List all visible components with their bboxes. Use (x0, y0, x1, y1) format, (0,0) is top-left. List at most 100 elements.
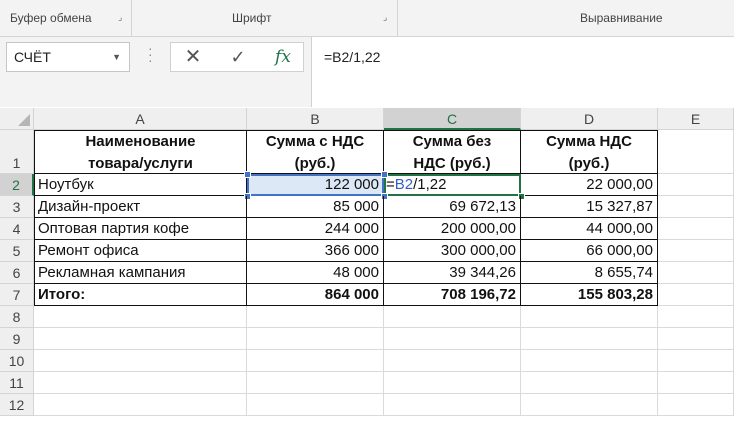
cell-e1[interactable] (658, 130, 734, 174)
cell-a3[interactable]: Дизайн-проект (34, 196, 247, 218)
cell-e8[interactable] (658, 306, 734, 328)
name-box-value: СЧЁТ (14, 49, 51, 65)
header-vat-line1: Сумма НДС (546, 133, 632, 150)
cell-c10[interactable] (384, 350, 521, 372)
cell-d9[interactable] (521, 328, 658, 350)
cell-d7-total[interactable]: 155 803,28 (521, 284, 658, 306)
row-header-2[interactable]: 2 (0, 174, 34, 196)
cell-c2[interactable]: =B2/1,22 (384, 174, 521, 196)
header-without-vat-line1: Сумма без (412, 133, 492, 150)
cell-a7-total-label[interactable]: Итого: (34, 284, 247, 306)
cell-b8[interactable] (247, 306, 384, 328)
select-all-button[interactable] (0, 108, 34, 130)
header-cell-without-vat[interactable]: Сумма без НДС (руб.) (384, 130, 521, 174)
row-header-6[interactable]: 6 (0, 262, 34, 284)
row-header-7[interactable]: 7 (0, 284, 34, 306)
row-header-5[interactable]: 5 (0, 240, 34, 262)
formula-input[interactable]: =B2/1,22 (311, 37, 734, 107)
cell-c8[interactable] (384, 306, 521, 328)
check-icon[interactable]: ✓ (216, 43, 260, 71)
chevron-down-icon[interactable]: ▼ (112, 43, 121, 71)
cell-a8[interactable] (34, 306, 247, 328)
row-header-1[interactable]: 1 (0, 130, 34, 174)
selection-handle[interactable] (381, 171, 388, 178)
row-header-8[interactable]: 8 (0, 306, 34, 328)
cell-d3[interactable]: 15 327,87 (521, 196, 658, 218)
cell-c11[interactable] (384, 372, 521, 394)
cell-b2[interactable]: 122 000 (247, 174, 384, 196)
cell-d8[interactable] (521, 306, 658, 328)
cell-c9[interactable] (384, 328, 521, 350)
header-name-line2: товара/услуги (88, 155, 193, 172)
cell-c5[interactable]: 300 000,00 (384, 240, 521, 262)
cell-a10[interactable] (34, 350, 247, 372)
cell-e9[interactable] (658, 328, 734, 350)
cell-e12[interactable] (658, 394, 734, 416)
cell-d6[interactable]: 8 655,74 (521, 262, 658, 284)
cell-d5[interactable]: 66 000,00 (521, 240, 658, 262)
formula-bar: СЧЁТ ▼ · · · ✕ ✓ fx =B2/1,22 (0, 37, 734, 107)
cell-c4[interactable]: 200 000,00 (384, 218, 521, 240)
column-header-e[interactable]: E (658, 108, 734, 130)
cell-e6[interactable] (658, 262, 734, 284)
cell-a6[interactable]: Рекламная кампания (34, 262, 247, 284)
cell-d2[interactable]: 22 000,00 (521, 174, 658, 196)
name-box[interactable]: СЧЁТ ▼ (6, 42, 130, 72)
cell-b7-total[interactable]: 864 000 (247, 284, 384, 306)
column-header-d[interactable]: D (521, 108, 658, 130)
header-cell-vat[interactable]: Сумма НДС (руб.) (521, 130, 658, 174)
cell-d11[interactable] (521, 372, 658, 394)
selection-handle[interactable] (244, 171, 251, 178)
ribbon-group-alignment: Выравнивание (580, 11, 663, 25)
row-header-3[interactable]: 3 (0, 196, 34, 218)
row-header-4[interactable]: 4 (0, 218, 34, 240)
cell-a12[interactable] (34, 394, 247, 416)
cell-b9[interactable] (247, 328, 384, 350)
cell-a11[interactable] (34, 372, 247, 394)
formula-rest: /1,22 (413, 176, 447, 193)
row-header-11[interactable]: 11 (0, 372, 34, 394)
column-header-c[interactable]: C (384, 108, 521, 130)
cell-b3[interactable]: 85 000 (247, 196, 384, 218)
cell-c7-total[interactable]: 708 196,72 (384, 284, 521, 306)
cell-a5[interactable]: Ремонт офиса (34, 240, 247, 262)
cell-e3[interactable] (658, 196, 734, 218)
cell-b12[interactable] (247, 394, 384, 416)
cell-a2[interactable]: Ноутбук (34, 174, 247, 196)
cell-d12[interactable] (521, 394, 658, 416)
row-header-9[interactable]: 9 (0, 328, 34, 350)
cell-c3[interactable]: 69 672,13 (384, 196, 521, 218)
header-with-vat-line1: Сумма с НДС (265, 133, 365, 150)
cell-a4[interactable]: Оптовая партия кофе (34, 218, 247, 240)
header-without-vat-line2: НДС (руб.) (413, 155, 491, 172)
drag-handle-icon[interactable]: · · · (148, 41, 153, 67)
cell-b6[interactable]: 48 000 (247, 262, 384, 284)
cell-e4[interactable] (658, 218, 734, 240)
cell-b11[interactable] (247, 372, 384, 394)
cell-e10[interactable] (658, 350, 734, 372)
ribbon-divider (397, 0, 398, 36)
insert-function-icon[interactable]: fx (261, 43, 305, 71)
header-cell-with-vat[interactable]: Сумма с НДС (руб.) (247, 130, 384, 174)
column-header-b[interactable]: B (247, 108, 384, 130)
cell-e7[interactable] (658, 284, 734, 306)
font-launcher-icon[interactable]: ⌟ (383, 12, 387, 23)
clipboard-launcher-icon[interactable]: ⌟ (118, 12, 122, 23)
cell-e2[interactable] (658, 174, 734, 196)
cell-e11[interactable] (658, 372, 734, 394)
cell-a9[interactable] (34, 328, 247, 350)
cell-c12[interactable] (384, 394, 521, 416)
column-header-a[interactable]: A (34, 108, 247, 130)
cell-b5[interactable]: 366 000 (247, 240, 384, 262)
cell-b4[interactable]: 244 000 (247, 218, 384, 240)
cell-c6[interactable]: 39 344,26 (384, 262, 521, 284)
header-vat-line2: (руб.) (568, 155, 610, 172)
row-header-12[interactable]: 12 (0, 394, 34, 416)
row-header-10[interactable]: 10 (0, 350, 34, 372)
cell-e5[interactable] (658, 240, 734, 262)
cell-b10[interactable] (247, 350, 384, 372)
cell-d10[interactable] (521, 350, 658, 372)
cell-d4[interactable]: 44 000,00 (521, 218, 658, 240)
close-icon[interactable]: ✕ (171, 43, 215, 71)
header-cell-name[interactable]: Наименование товара/услуги (34, 130, 247, 174)
